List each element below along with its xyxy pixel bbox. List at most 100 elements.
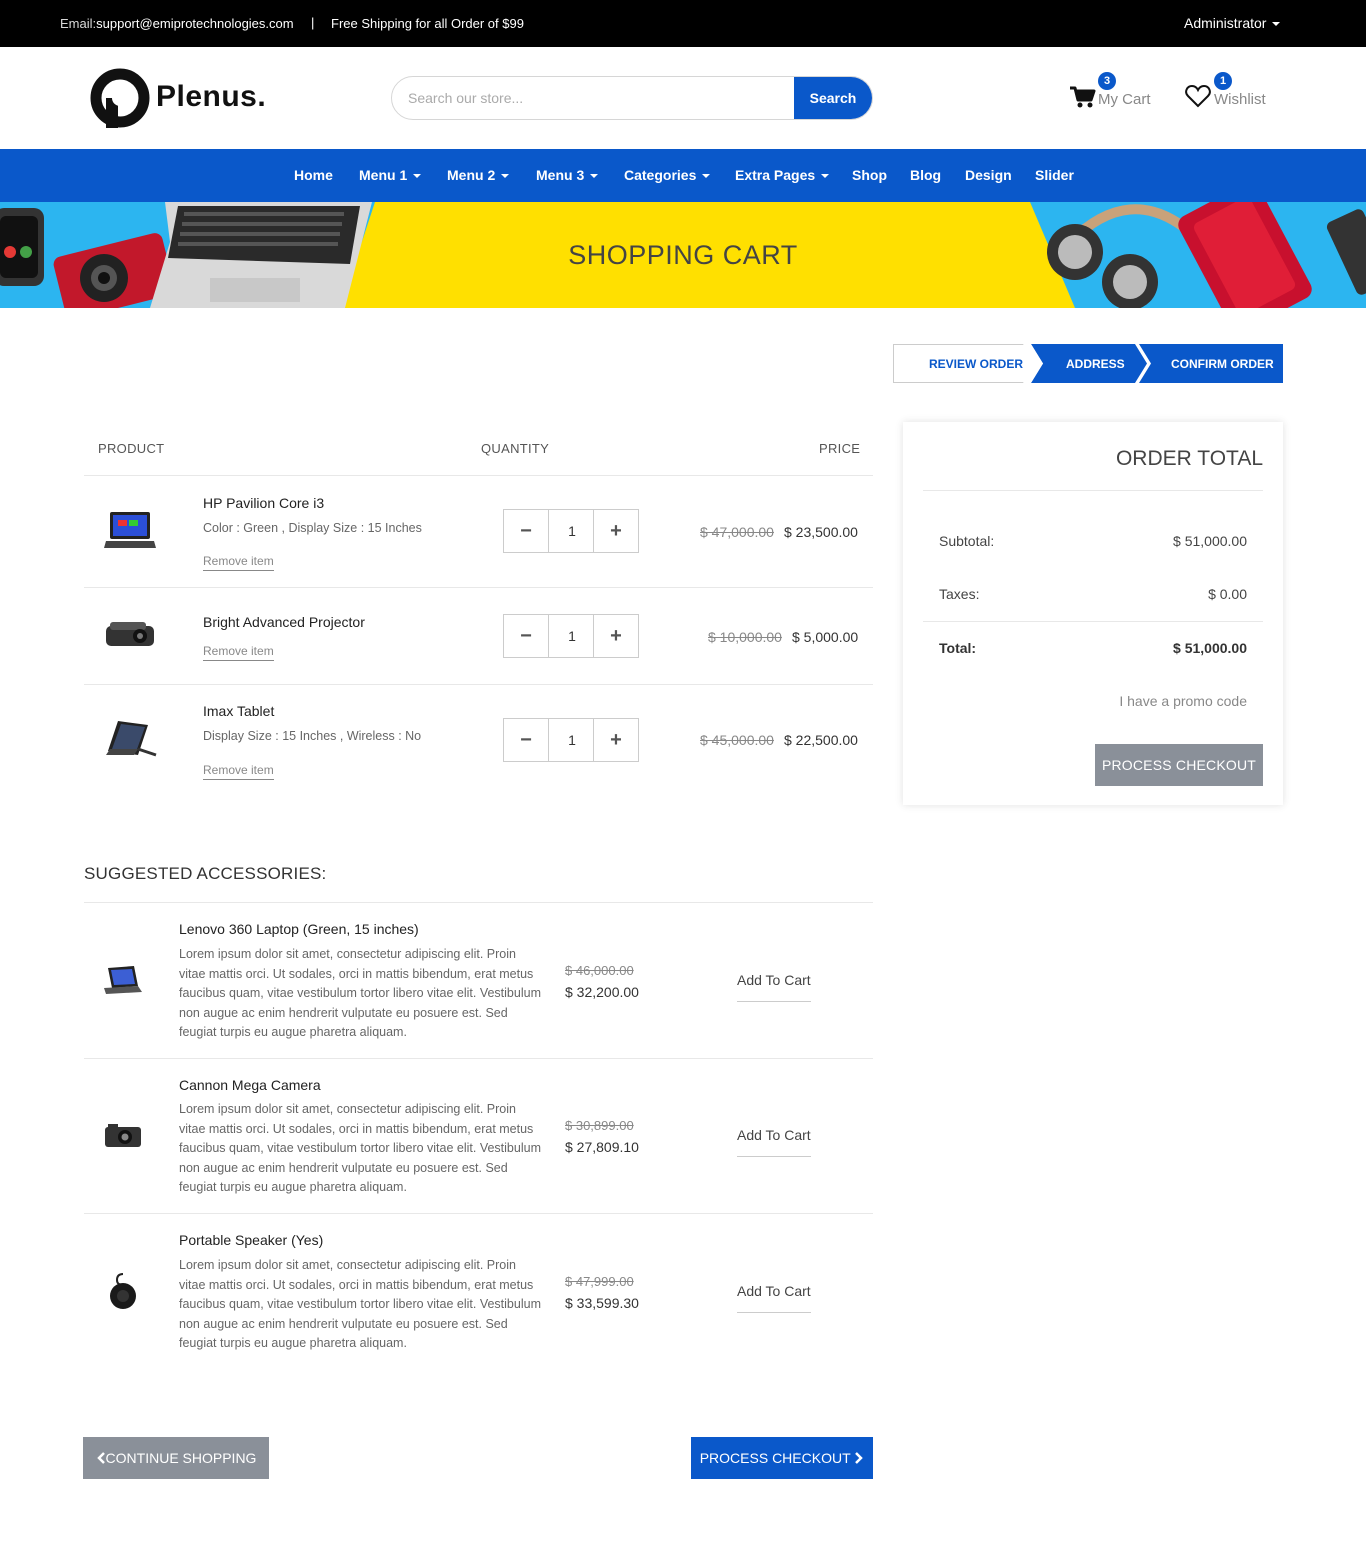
- chevron-down-icon: [702, 174, 711, 179]
- cart-row: Bright Advanced Projector Remove item − …: [84, 588, 873, 684]
- sale-price: $ 32,200.00: [565, 984, 639, 1000]
- logo-text[interactable]: Plenus.: [156, 80, 266, 114]
- continue-shopping-button[interactable]: CONTINUE SHOPPING: [83, 1437, 269, 1479]
- original-price: $ 45,000.00: [700, 732, 774, 748]
- search-button[interactable]: Search: [794, 77, 872, 119]
- logo-mark-icon[interactable]: [90, 68, 156, 128]
- step-review-order[interactable]: REVIEW ORDER: [929, 357, 1023, 371]
- nav-home[interactable]: Home: [294, 167, 333, 183]
- cart-count-badge: 3: [1098, 72, 1116, 90]
- remove-item-link[interactable]: Remove item: [203, 763, 274, 780]
- chevron-left-icon: [96, 1452, 105, 1464]
- plus-icon[interactable]: +: [593, 719, 638, 761]
- chevron-down-icon: [590, 174, 599, 179]
- quantity-input[interactable]: 1: [550, 615, 594, 657]
- suggested-product-name[interactable]: Cannon Mega Camera: [179, 1077, 321, 1093]
- sale-price: $ 22,500.00: [784, 732, 858, 748]
- add-to-cart-link[interactable]: Add To Cart: [737, 972, 811, 1002]
- wishlist-count-badge: 1: [1214, 72, 1232, 90]
- nav-menu-3[interactable]: Menu 3: [536, 167, 599, 183]
- product-thumbnail[interactable]: [108, 1272, 138, 1310]
- chevron-down-icon: [821, 174, 830, 179]
- minus-icon[interactable]: −: [504, 510, 549, 552]
- contact-email[interactable]: Email:support@emiprotechnologies.com: [60, 16, 294, 31]
- product-name[interactable]: Imax Tablet: [203, 703, 274, 719]
- sale-price: $ 5,000.00: [792, 629, 859, 645]
- sale-price: $ 27,809.10: [565, 1139, 639, 1155]
- chevron-right-icon: [855, 1452, 864, 1464]
- nav-slider[interactable]: Slider: [1035, 167, 1074, 183]
- divider: [923, 621, 1263, 622]
- original-price: $ 46,000.00: [565, 963, 634, 978]
- subtotal-value: $ 51,000.00: [1173, 533, 1247, 549]
- product-attributes: Display Size : 15 Inches , Wireless : No: [203, 729, 422, 743]
- search-input[interactable]: [392, 77, 795, 119]
- suggested-product-name[interactable]: Lenovo 360 Laptop (Green, 15 inches): [179, 921, 419, 937]
- main-nav: Home Menu 1 Menu 2 Menu 3 Categories Ext…: [0, 149, 1366, 202]
- sale-price: $ 33,599.30: [565, 1295, 639, 1311]
- plus-icon[interactable]: +: [593, 510, 638, 552]
- column-header-price: PRICE: [819, 441, 861, 456]
- nav-design[interactable]: Design: [965, 167, 1012, 183]
- quantity-input[interactable]: 1: [550, 719, 594, 761]
- suggested-accessories-title: SUGGESTED ACCESSORIES:: [84, 864, 327, 883]
- plus-icon[interactable]: +: [593, 615, 638, 657]
- heart-icon: [1185, 85, 1211, 108]
- topbar-separator: |: [311, 15, 315, 30]
- step-address[interactable]: ADDRESS: [1066, 357, 1125, 371]
- original-price: $ 10,000.00: [708, 629, 782, 645]
- quantity-stepper: − 1 +: [503, 718, 639, 762]
- top-bar: Email:support@emiprotechnologies.com | F…: [0, 0, 1366, 47]
- divider: [923, 490, 1263, 491]
- process-checkout-bottom-button[interactable]: PROCESS CHECKOUT: [691, 1437, 873, 1479]
- step-confirm-order[interactable]: CONFIRM ORDER: [1171, 357, 1274, 371]
- promo-code-link[interactable]: I have a promo code: [1119, 693, 1247, 709]
- nav-menu-2[interactable]: Menu 2: [447, 167, 510, 183]
- suggested-product-name[interactable]: Portable Speaker (Yes): [179, 1232, 323, 1248]
- add-to-cart-link[interactable]: Add To Cart: [737, 1127, 811, 1157]
- original-price: $ 30,899.00: [565, 1118, 634, 1133]
- chevron-down-icon: [413, 174, 422, 179]
- minus-icon[interactable]: −: [504, 719, 549, 761]
- cart-icon: [1070, 86, 1096, 108]
- product-attributes: Color : Green , Display Size : 15 Inches: [203, 521, 422, 535]
- nav-extra-pages[interactable]: Extra Pages: [735, 167, 830, 183]
- suggested-product-description: Lorem ipsum dolor sit amet, consectetur …: [179, 1102, 541, 1195]
- nav-shop[interactable]: Shop: [852, 167, 887, 183]
- suggested-product-description: Lorem ipsum dolor sit amet, consectetur …: [179, 1258, 541, 1351]
- column-header-product: PRODUCT: [98, 441, 165, 456]
- nav-categories[interactable]: Categories: [624, 167, 711, 183]
- quantity-stepper: − 1 +: [503, 509, 639, 553]
- divider: [84, 902, 873, 903]
- cart-row: HP Pavilion Core i3 Color : Green , Disp…: [84, 476, 873, 587]
- sale-price: $ 23,500.00: [784, 524, 858, 540]
- wishlist-label: Wishlist: [1214, 91, 1266, 108]
- column-header-quantity: QUANTITY: [481, 441, 550, 456]
- product-thumbnail[interactable]: [104, 512, 156, 552]
- product-thumbnail[interactable]: [104, 618, 156, 652]
- total-value: $ 51,000.00: [1173, 640, 1247, 656]
- remove-item-link[interactable]: Remove item: [203, 554, 274, 571]
- subtotal-label: Subtotal:: [939, 533, 995, 549]
- shipping-notice: Free Shipping for all Order of $99: [331, 16, 524, 31]
- original-price: $ 47,999.00: [565, 1274, 634, 1289]
- product-thumbnail[interactable]: [104, 1124, 142, 1148]
- minus-icon[interactable]: −: [504, 615, 549, 657]
- banner-decoration-right: [1030, 202, 1366, 308]
- nav-blog[interactable]: Blog: [910, 167, 941, 183]
- process-checkout-button[interactable]: PROCESS CHECKOUT: [1095, 744, 1263, 786]
- quantity-stepper: − 1 +: [503, 614, 639, 658]
- remove-item-link[interactable]: Remove item: [203, 644, 274, 661]
- nav-menu-1[interactable]: Menu 1: [359, 167, 422, 183]
- product-thumbnail[interactable]: [104, 719, 158, 757]
- cart-row: Imax Tablet Display Size : 15 Inches , W…: [84, 685, 873, 795]
- chevron-down-icon: [1272, 22, 1281, 27]
- user-menu[interactable]: Administrator: [1184, 15, 1281, 31]
- product-name[interactable]: Bright Advanced Projector: [203, 614, 365, 630]
- taxes-label: Taxes:: [939, 586, 980, 602]
- chevron-down-icon: [501, 174, 510, 179]
- add-to-cart-link[interactable]: Add To Cart: [737, 1283, 811, 1313]
- product-thumbnail[interactable]: [104, 966, 142, 994]
- quantity-input[interactable]: 1: [550, 510, 594, 552]
- product-name[interactable]: HP Pavilion Core i3: [203, 495, 324, 511]
